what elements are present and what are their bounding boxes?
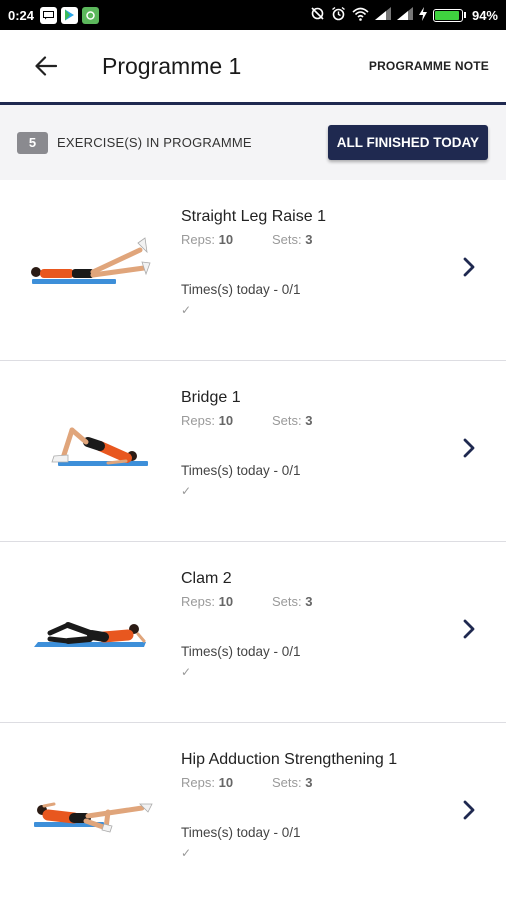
status-time: 0:24 (8, 7, 35, 23)
exercise-list: Straight Leg Raise 1 Reps: 10 Sets: 3 Ti… (0, 180, 506, 900)
sets-stat: Sets: 3 (272, 594, 313, 609)
chevron-right-icon (463, 438, 475, 458)
reps-stat: Reps: 10 (181, 775, 234, 790)
exercise-illustration (51, 427, 148, 466)
alarm-icon (331, 6, 346, 24)
chevron-right-icon (463, 619, 475, 639)
check-icon: ✓ (181, 484, 192, 498)
app-icon (82, 6, 100, 24)
page-title: Programme 1 (102, 52, 242, 79)
programme-summary-bar: 5 EXERCISE(S) IN PROGRAMME ALL FINISHED … (0, 105, 506, 180)
times-today: Times(s) today - 0/1 (181, 282, 301, 297)
exercise-illustration (34, 802, 153, 833)
chevron-right-icon (463, 800, 475, 820)
exercise-name: Clam 2 (181, 570, 232, 587)
check-icon: ✓ (181, 846, 192, 860)
chevron-right-icon (463, 257, 475, 277)
charging-icon (418, 6, 427, 24)
app-bar: Programme 1 PROGRAMME NOTE (0, 30, 506, 102)
exercise-illustration (31, 237, 151, 284)
check-icon: ✓ (181, 665, 192, 679)
sync-icon (310, 6, 325, 24)
times-today: Times(s) today - 0/1 (181, 463, 301, 478)
arrow-left-icon (35, 56, 57, 76)
exercise-count-badge: 5 (17, 131, 48, 154)
exercise-item-bridge[interactable]: Bridge 1 Reps: 10 Sets: 3 Times(s) today… (0, 361, 506, 542)
message-icon (40, 6, 58, 24)
programme-note-button[interactable]: PROGRAMME NOTE (369, 59, 489, 73)
battery-percent: 94% (471, 7, 498, 23)
exercise-count-label: EXERCISE(S) IN PROGRAMME (57, 135, 252, 150)
reps-stat: Reps: 10 (181, 232, 234, 247)
exercise-name: Bridge 1 (181, 389, 241, 406)
check-icon: ✓ (181, 303, 192, 317)
signal-icon (374, 7, 391, 23)
sets-stat: Sets: 3 (272, 232, 313, 247)
sets-stat: Sets: 3 (272, 413, 313, 428)
exercise-item-straight-leg-raise[interactable]: Straight Leg Raise 1 Reps: 10 Sets: 3 Ti… (0, 180, 506, 361)
wifi-icon (352, 7, 369, 24)
all-finished-today-button[interactable]: ALL FINISHED TODAY (327, 125, 488, 160)
exercise-name: Hip Adduction Strengthening 1 (181, 751, 398, 768)
times-today: Times(s) today - 0/1 (181, 644, 301, 659)
signal-icon (396, 7, 413, 23)
reps-stat: Reps: 10 (181, 594, 234, 609)
battery-icon (432, 8, 466, 22)
exercise-item-clam[interactable]: Clam 2 Reps: 10 Sets: 3 Times(s) today -… (0, 542, 506, 723)
status-bar: 0:24 94% (0, 0, 506, 30)
exercise-illustration (34, 622, 146, 647)
times-today: Times(s) today - 0/1 (181, 825, 301, 840)
reps-stat: Reps: 10 (181, 413, 234, 428)
exercise-name: Straight Leg Raise 1 (181, 208, 326, 225)
sets-stat: Sets: 3 (272, 775, 313, 790)
back-button[interactable] (26, 46, 66, 86)
exercise-item-hip-adduction[interactable]: Hip Adduction Strengthening 1 Reps: 10 S… (0, 723, 506, 900)
play-store-icon (61, 6, 79, 24)
